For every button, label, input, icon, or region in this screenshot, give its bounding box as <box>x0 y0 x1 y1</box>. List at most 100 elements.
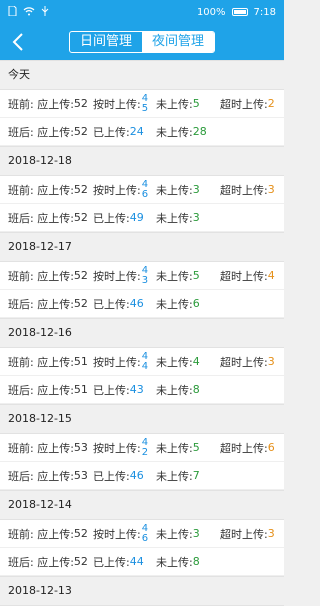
pre-shift-label: 班前: 应上传: <box>8 527 74 541</box>
pre-shift-should-value: 53 <box>73 441 88 454</box>
post-not-uploaded-cell: 未上传: 8 <box>156 376 200 403</box>
overtime-value: 3 <box>267 527 275 540</box>
ontime-value-bottom: 2 <box>141 446 149 458</box>
post-shift-row[interactable]: 班后: 应上传: 51 已上传: 43 未上传: 8 <box>0 376 284 404</box>
ontime-cell: 按时上传: 42 <box>93 434 148 461</box>
post-shift-should-value: 52 <box>73 555 88 568</box>
date-header: 2018-12-17 <box>0 232 284 262</box>
pre-shift-row[interactable]: 班前: 应上传: 51 按时上传: 4 4 未上传: 4 超时上传: 3 <box>0 348 284 376</box>
uploaded-label: 已上传: <box>93 125 130 139</box>
ontime-value-top: 4 <box>141 350 149 362</box>
post-shift-row[interactable]: 班后: 应上传: 52 已上传: 24 未上传: 28 <box>0 118 284 146</box>
pre-shift-should-value: 52 <box>73 97 88 110</box>
uploaded-label: 已上传: <box>93 383 130 397</box>
post-shift-should-value: 51 <box>73 383 88 396</box>
uploaded-value: 46 <box>129 469 144 482</box>
tab-day-management[interactable]: 日间管理 <box>70 32 142 52</box>
pre-shift-row[interactable]: 班前: 应上传: 52 按时上传: 4 6 未上传: 3 超时上传: 3 <box>0 176 284 204</box>
ontime-value-bottom: 6 <box>141 532 149 544</box>
ontime-value: 45 <box>141 92 149 114</box>
ontime-value: 44 <box>141 350 149 372</box>
pre-shift-label: 班前: 应上传: <box>8 441 74 455</box>
pre-shift-label: 班前: 应上传: <box>8 355 74 369</box>
pre-shift-row[interactable]: 班前: 应上传: 52 按时上传: 4 3 未上传: 5 超时上传: 4 <box>0 262 284 290</box>
post-not-uploaded-cell: 未上传: 28 <box>156 118 207 145</box>
post-not-uploaded-cell: 未上传: 7 <box>156 462 200 489</box>
back-button[interactable] <box>6 30 30 54</box>
not-uploaded-value: 5 <box>192 441 200 454</box>
not-uploaded-value: 7 <box>192 469 200 482</box>
ontime-label: 按时上传: <box>93 183 141 197</box>
post-shift-should-value: 53 <box>73 469 88 482</box>
pre-shift-row[interactable]: 班前: 应上传: 52 按时上传: 4 6 未上传: 3 超时上传: 3 <box>0 520 284 548</box>
date-header: 2018-12-15 <box>0 404 284 434</box>
post-shift-row[interactable]: 班后: 应上传: 52 已上传: 44 未上传: 8 <box>0 548 284 576</box>
not-uploaded-value: 4 <box>192 355 200 368</box>
uploaded-label: 已上传: <box>93 555 130 569</box>
uploaded-value: 44 <box>129 555 144 568</box>
ontime-label: 按时上传: <box>93 527 141 541</box>
pre-shift-should-cell: 班前: 应上传: 53 <box>8 434 88 461</box>
ontime-cell: 按时上传: 43 <box>93 262 148 289</box>
not-uploaded-value: 5 <box>192 97 200 110</box>
chevron-left-icon <box>12 33 23 51</box>
overtime-label: 超时上传: <box>220 441 268 455</box>
overtime-cell: 超时上传: 3 <box>220 176 275 203</box>
uploaded-label: 已上传: <box>93 297 130 311</box>
pre-shift-should-value: 52 <box>73 269 88 282</box>
not-uploaded-cell: 未上传: 5 <box>156 434 200 461</box>
ontime-value: 42 <box>141 437 149 458</box>
ontime-value-top: 4 <box>141 92 149 104</box>
not-uploaded-label: 未上传: <box>156 441 193 455</box>
battery-percent: 100% <box>196 6 226 18</box>
uploaded-value: 43 <box>129 383 144 396</box>
post-shift-row[interactable]: 班后: 应上传: 53 已上传: 46 未上传: 7 <box>0 462 284 490</box>
pre-shift-should-value: 52 <box>73 527 88 540</box>
date-header: 2018-12-14 <box>0 490 284 520</box>
ontime-value-top: 4 <box>141 178 149 190</box>
post-shift-should-cell: 班后: 应上传: 53 <box>8 462 88 489</box>
overtime-cell: 超时上传: 4 <box>220 262 275 289</box>
post-not-uploaded-cell: 未上传: 8 <box>156 548 200 575</box>
ontime-value-bottom: 5 <box>141 102 149 114</box>
uploaded-cell: 已上传: 46 <box>93 290 144 317</box>
header: 日间管理 夜间管理 <box>0 24 284 60</box>
overtime-value: 3 <box>267 183 275 196</box>
post-shift-should-value: 52 <box>73 211 88 224</box>
ontime-value-bottom: 3 <box>141 274 149 286</box>
uploaded-value: 46 <box>129 297 144 310</box>
pre-shift-row[interactable]: 班前: 应上传: 53 按时上传: 4 2 未上传: 5 超时上传: 6 <box>0 434 284 462</box>
ontime-label: 按时上传: <box>93 441 141 455</box>
not-uploaded-value: 6 <box>192 297 200 310</box>
not-uploaded-value: 3 <box>192 183 200 196</box>
not-uploaded-label: 未上传: <box>156 355 193 369</box>
pre-shift-should-cell: 班前: 应上传: 52 <box>8 176 88 203</box>
overtime-label: 超时上传: <box>220 183 268 197</box>
ontime-cell: 按时上传: 45 <box>93 90 148 117</box>
post-shift-should-cell: 班后: 应上传: 52 <box>8 290 88 317</box>
not-uploaded-label: 未上传: <box>156 297 193 311</box>
status-bar: 100% 7:18 <box>0 0 284 24</box>
post-shift-should-cell: 班后: 应上传: 51 <box>8 376 88 403</box>
not-uploaded-value: 5 <box>192 269 200 282</box>
pre-shift-should-value: 52 <box>73 183 88 196</box>
ontime-value-top: 4 <box>141 264 149 276</box>
ontime-cell: 按时上传: 44 <box>93 348 148 375</box>
not-uploaded-cell: 未上传: 4 <box>156 348 200 375</box>
pre-shift-should-cell: 班前: 应上传: 52 <box>8 90 88 117</box>
overtime-value: 6 <box>267 441 275 454</box>
ontime-value: 43 <box>141 264 149 286</box>
not-uploaded-label: 未上传: <box>156 183 193 197</box>
not-uploaded-label: 未上传: <box>156 97 193 111</box>
date-header: 今天 <box>0 60 284 90</box>
post-shift-row[interactable]: 班后: 应上传: 52 已上传: 49 未上传: 3 <box>0 204 284 232</box>
post-shift-should-cell: 班后: 应上传: 52 <box>8 548 88 575</box>
not-uploaded-value: 28 <box>192 125 207 138</box>
not-uploaded-label: 未上传: <box>156 211 193 225</box>
post-shift-row[interactable]: 班后: 应上传: 52 已上传: 46 未上传: 6 <box>0 290 284 318</box>
pre-shift-row[interactable]: 班前: 应上传: 52 按时上传: 4 5 未上传: 5 超时上传: 2 <box>0 90 284 118</box>
uploaded-label: 已上传: <box>93 469 130 483</box>
date-header: 2018-12-13 <box>0 576 284 606</box>
tab-night-management[interactable]: 夜间管理 <box>142 32 215 52</box>
pre-shift-should-value: 51 <box>73 355 88 368</box>
